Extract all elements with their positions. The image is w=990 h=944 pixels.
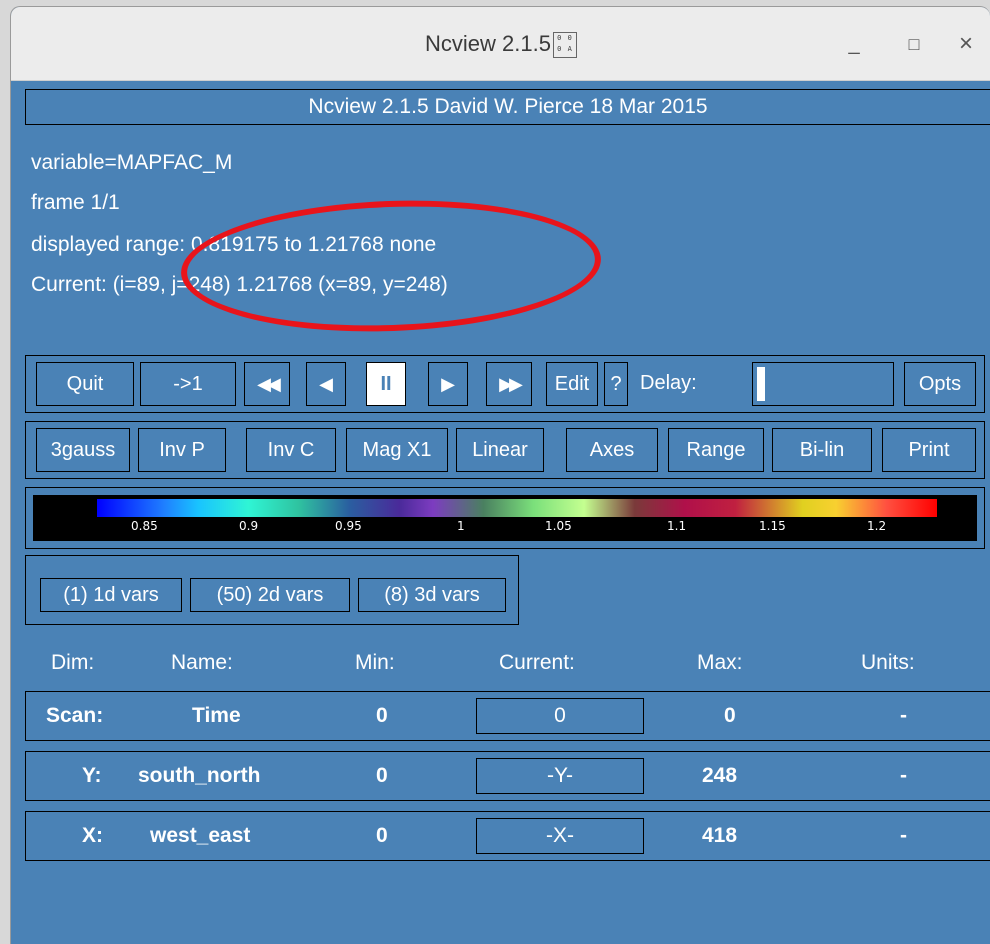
row-min: 0 xyxy=(376,704,388,727)
header-current: Current: xyxy=(499,651,575,674)
step-forward-button[interactable]: ▶ xyxy=(428,362,468,406)
header-name: Name: xyxy=(171,651,233,674)
row-max: 0 xyxy=(724,704,736,727)
axes-button[interactable]: Axes xyxy=(566,428,658,472)
options-panel: 3gauss Inv P Inv C Mag X1 Linear Axes Ra… xyxy=(25,421,985,479)
app-header: Ncview 2.1.5 David W. Pierce 18 Mar 2015 xyxy=(25,89,990,125)
bilinear-button[interactable]: Bi-lin xyxy=(772,428,872,472)
vars-panel: (1) 1d vars (50) 2d vars (8) 3d vars xyxy=(25,555,519,625)
row-max: 248 xyxy=(702,764,738,787)
maximize-button[interactable]: □ xyxy=(899,29,929,59)
2d-vars-button[interactable]: (50) 2d vars xyxy=(190,578,350,612)
row-dim: Y: xyxy=(82,764,102,787)
help-button[interactable]: ? xyxy=(604,362,628,406)
window-title-text: Ncview 2.1.5 xyxy=(425,31,551,56)
delay-slider[interactable] xyxy=(752,362,894,406)
header-max: Max: xyxy=(697,651,743,674)
colorbar-tick: 1 xyxy=(457,519,465,533)
3d-vars-button[interactable]: (8) 3d vars xyxy=(358,578,506,612)
title-bar: Ncview 2.1.5 0 0 0 A _ □ × xyxy=(11,7,990,81)
linear-button[interactable]: Linear xyxy=(456,428,544,472)
table-row: X: west_east 0 -X- 418 - xyxy=(25,811,990,861)
rewind-button[interactable]: ◀◀ xyxy=(244,362,290,406)
colorbar-tick: 0.85 xyxy=(131,519,158,533)
table-row: Scan: Time 0 0 0 - xyxy=(25,691,990,741)
row-name: west_east xyxy=(150,824,251,847)
header-min: Min: xyxy=(355,651,395,674)
inv-c-button[interactable]: Inv C xyxy=(246,428,336,472)
colorbar-tick: 1.2 xyxy=(867,519,887,533)
step-back-button[interactable]: ◀ xyxy=(306,362,346,406)
row-name: south_north xyxy=(138,764,261,787)
row-dim: Scan: xyxy=(46,704,104,727)
inv-p-button[interactable]: Inv P xyxy=(138,428,226,472)
row-min: 0 xyxy=(376,824,388,847)
colorbar-tick: 1.15 xyxy=(759,519,786,533)
colorbar-tick: 1.05 xyxy=(545,519,572,533)
header-dim: Dim: xyxy=(51,651,95,674)
quit-button[interactable]: Quit xyxy=(36,362,134,406)
mag-button[interactable]: Mag X1 xyxy=(346,428,448,472)
row-units: - xyxy=(900,764,907,787)
3gauss-button[interactable]: 3gauss xyxy=(36,428,130,472)
colorbar[interactable]: 0.85 0.9 0.95 1 1.05 1.1 1.15 1.2 xyxy=(33,495,977,541)
1d-vars-button[interactable]: (1) 1d vars xyxy=(40,578,182,612)
row-dim: X: xyxy=(82,824,103,847)
variable-label: variable=MAPFAC_M xyxy=(31,151,233,174)
fast-forward-button[interactable]: ▶▶ xyxy=(486,362,532,406)
highlight-ellipse xyxy=(178,193,604,339)
colorbar-tick: 0.95 xyxy=(335,519,362,533)
row-current[interactable]: 0 xyxy=(476,698,644,734)
colorbar-gradient xyxy=(97,499,937,517)
colorbar-tick: 0.9 xyxy=(239,519,259,533)
row-current[interactable]: -X- xyxy=(476,818,644,854)
ncview-window: Ncview 2.1.5 0 0 0 A _ □ × Ncview 2.1.5 D… xyxy=(10,6,990,944)
frame-label: frame 1/1 xyxy=(31,191,120,214)
print-button[interactable]: Print xyxy=(882,428,976,472)
close-button[interactable]: × xyxy=(951,29,981,59)
pause-button[interactable]: II xyxy=(366,362,406,406)
header-units: Units: xyxy=(861,651,915,674)
to-first-button[interactable]: ->1 xyxy=(140,362,236,406)
row-min: 0 xyxy=(376,764,388,787)
delay-label: Delay: xyxy=(640,372,697,394)
row-units: - xyxy=(900,824,907,847)
minimize-button[interactable]: _ xyxy=(839,29,869,59)
row-units: - xyxy=(900,704,907,727)
row-max: 418 xyxy=(702,824,738,847)
colorbar-tick: 1.1 xyxy=(667,519,687,533)
opts-button[interactable]: Opts xyxy=(904,362,976,406)
row-current[interactable]: -Y- xyxy=(476,758,644,794)
table-row: Y: south_north 0 -Y- 248 - xyxy=(25,751,990,801)
row-name: Time xyxy=(192,704,241,727)
range-button[interactable]: Range xyxy=(668,428,764,472)
edit-button[interactable]: Edit xyxy=(546,362,598,406)
delay-slider-thumb[interactable] xyxy=(757,367,765,401)
control-panel: Quit ->1 ◀◀ ◀ II ▶ ▶▶ Edit ? Delay: Opts xyxy=(25,355,985,413)
title-glyph: 0 0 0 A xyxy=(552,32,577,59)
